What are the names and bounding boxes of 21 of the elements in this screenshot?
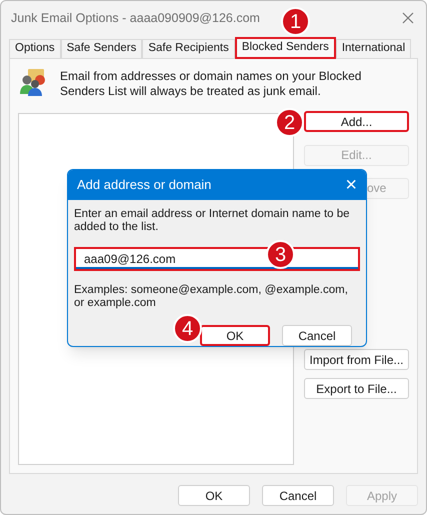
dialog-title: Add address or domain: [77, 176, 212, 194]
tab[interactable]: International: [336, 39, 412, 59]
button[interactable]: OK: [200, 325, 270, 346]
button[interactable]: Export to File...: [304, 378, 409, 399]
description: Email from addresses or domain names on your Blocked Senders List will always be treated as junk email.: [60, 68, 362, 99]
close-icon[interactable]: [402, 12, 414, 24]
button[interactable]: Add...: [304, 111, 409, 132]
button[interactable]: Import from File...: [304, 349, 409, 370]
prompt-text: Enter an email address or Internet domain name to be added to the list.: [74, 208, 351, 234]
button[interactable]: OK: [178, 485, 250, 506]
examples-text: Examples: someone@example.com, @example.com, or example.com: [74, 284, 349, 310]
tab[interactable]: Safe Recipients: [142, 39, 235, 59]
button[interactable]: Cancel: [262, 485, 334, 506]
tab[interactable]: Options: [9, 39, 61, 59]
tab[interactable]: Blocked Senders: [234, 37, 336, 59]
contacts-icon: [18, 67, 48, 97]
close-button[interactable]: ×: [345, 175, 357, 195]
window-title: Junk Email Options - aaaa090909@126.com: [11, 10, 260, 27]
button[interactable]: Cancel: [282, 325, 352, 346]
tab[interactable]: Safe Senders: [60, 39, 142, 59]
step-badge: 1: [281, 7, 310, 36]
